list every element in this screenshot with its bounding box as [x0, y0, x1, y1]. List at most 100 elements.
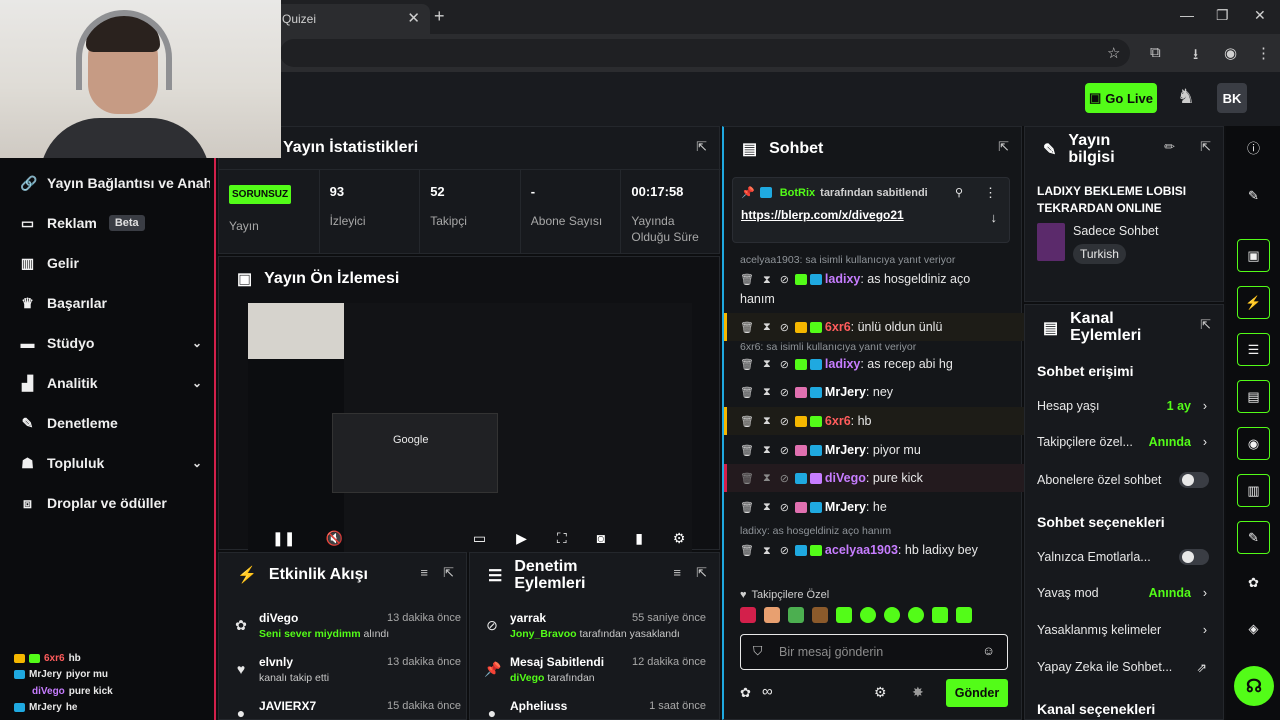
camera-icon[interactable]: ◙: [597, 530, 605, 546]
menu-dots-icon[interactable]: ⋮: [1256, 44, 1271, 62]
timeout-icon[interactable]: ⧗: [763, 271, 771, 290]
chat-username[interactable]: MrJery: [825, 500, 866, 514]
setting-account-age[interactable]: Hesap yaşı 1 ay ›: [1037, 399, 1209, 413]
chat-message-input[interactable]: ⛉ Bir mesaj gönderin ☺: [740, 634, 1008, 670]
delete-icon[interactable]: 🗑: [740, 472, 754, 485]
popout-icon[interactable]: ⇱: [1200, 139, 1211, 155]
popout-icon[interactable]: ⇱: [998, 139, 1009, 155]
studio-toggle-icon[interactable]: ▥: [1237, 474, 1270, 507]
timeout-icon[interactable]: ⧗: [763, 386, 771, 399]
close-window-button[interactable]: ✕: [1254, 7, 1266, 24]
timeout-icon[interactable]: ⧗: [763, 501, 771, 514]
emote-only-toggle[interactable]: [1179, 549, 1209, 565]
delete-icon[interactable]: 🗑: [740, 542, 754, 561]
emote-icon[interactable]: [932, 607, 948, 623]
community-icon[interactable]: ✿: [740, 685, 751, 701]
bookmark-star-icon[interactable]: ☆: [1107, 44, 1120, 62]
ban-icon[interactable]: ⊘: [780, 386, 789, 399]
pause-icon[interactable]: ❚❚: [272, 530, 295, 547]
ban-icon[interactable]: ⊘: [780, 415, 789, 428]
chat-toggle-icon[interactable]: ▤: [1237, 380, 1270, 413]
ban-icon[interactable]: ⊘: [780, 542, 789, 561]
emote-icon[interactable]: [740, 607, 756, 623]
sidebar-item-studio[interactable]: ▬ Stüdyo ⌄: [20, 331, 210, 355]
ban-icon[interactable]: ⊘: [780, 271, 789, 290]
sidebar-item-analytics[interactable]: ▟ Analitik ⌄: [20, 371, 210, 395]
tab-close-button[interactable]: ✕: [407, 9, 420, 27]
download-icon[interactable]: ⭳: [1193, 44, 1198, 69]
delete-icon[interactable]: 🗑: [740, 501, 754, 514]
delete-icon[interactable]: 🗑: [740, 321, 754, 334]
chat-message[interactable]: 🗑 ⧗ ⊘ 6xr6: hb: [724, 407, 1024, 435]
filter-icon[interactable]: ≡: [673, 565, 681, 580]
maximize-button[interactable]: ❐: [1216, 7, 1229, 24]
chat-username[interactable]: ladixy: [825, 272, 860, 286]
delete-icon[interactable]: 🗑: [740, 415, 754, 428]
ban-icon[interactable]: ⊘: [780, 472, 789, 485]
popout-icon[interactable]: ⇱: [696, 565, 707, 581]
edit-icon[interactable]: ✏: [1164, 139, 1175, 155]
community-icon[interactable]: ✿: [1237, 566, 1270, 599]
chat-message[interactable]: 🗑 ⧗ ⊘ MrJery: piyor mu: [724, 443, 1024, 457]
quality-icon[interactable]: ▮: [635, 530, 643, 547]
ban-icon[interactable]: ⊘: [780, 321, 789, 334]
sidebar-item-ads[interactable]: ▭ Reklam Beta: [20, 211, 210, 235]
chat-message[interactable]: 🗑 ⧗ ⊘ diVego: pure kick: [724, 464, 1024, 492]
broadcast-toggle-icon[interactable]: ◉: [1237, 427, 1270, 460]
info-icon[interactable]: ⓘ: [1237, 131, 1270, 164]
chat-username[interactable]: acelyaa1903: [825, 543, 898, 557]
sidebar-item-drops[interactable]: ⧈ Droplar ve ödüller: [20, 491, 210, 515]
settings-icon[interactable]: ⚙: [673, 530, 686, 547]
setting-banned-words[interactable]: Yasaklanmış kelimeler ›: [1037, 623, 1209, 637]
delete-icon[interactable]: 🗑: [740, 444, 754, 457]
popout-icon[interactable]: ⇱: [1200, 317, 1211, 333]
new-tab-button[interactable]: +: [434, 6, 445, 27]
category-name[interactable]: Sadece Sohbet: [1073, 224, 1159, 238]
emote-icon[interactable]: [884, 607, 900, 623]
infinity-icon[interactable]: ∞: [762, 683, 773, 700]
profile-icon[interactable]: ◉: [1224, 44, 1237, 62]
popout-icon[interactable]: ⇱: [696, 139, 707, 155]
browser-tab[interactable]: Quizei ✕: [270, 4, 430, 34]
go-live-button[interactable]: ▣ Go Live: [1085, 83, 1157, 113]
chat-username[interactable]: MrJery: [825, 443, 866, 457]
wrench-toggle-icon[interactable]: ✎: [1237, 521, 1270, 554]
setting-slow-mode[interactable]: Yavaş mod Anında ›: [1037, 586, 1209, 600]
pinned-link[interactable]: https://blerp.com/x/divego21: [741, 208, 904, 222]
timeout-icon[interactable]: ⧗: [763, 358, 771, 371]
subscribers-only-toggle[interactable]: [1179, 472, 1209, 488]
emoji-icon[interactable]: ☺: [982, 644, 995, 658]
sidebar-item-revenue[interactable]: ▥ Gelir: [20, 251, 210, 275]
sidebar-item-community[interactable]: ☗ Topluluk ⌄: [20, 451, 210, 475]
emote-icon[interactable]: [956, 607, 972, 623]
ban-icon[interactable]: ⊘: [780, 501, 789, 514]
timeout-icon[interactable]: ⧗: [763, 542, 771, 561]
chat-username[interactable]: ladixy: [825, 357, 860, 371]
chat-username[interactable]: diVego: [825, 471, 866, 485]
chat-username[interactable]: 6xr6: [825, 320, 851, 334]
address-bar[interactable]: [280, 39, 1130, 67]
minimize-button[interactable]: —: [1180, 7, 1194, 23]
emote-icon[interactable]: [908, 607, 924, 623]
chat-username[interactable]: 6xr6: [825, 414, 851, 428]
theater-icon[interactable]: ▶: [516, 530, 527, 547]
emote-icon[interactable]: [812, 607, 828, 623]
delete-icon[interactable]: 🗑: [740, 358, 754, 371]
timeout-icon[interactable]: ⧗: [763, 472, 771, 485]
filter-icon[interactable]: ≡: [420, 565, 428, 580]
chat-message[interactable]: 🗑 ⧗ ⊘ ladixy: as recep abi hg: [724, 357, 1024, 371]
mute-icon[interactable]: 🔇: [325, 530, 342, 547]
ban-icon[interactable]: ⊘: [780, 358, 789, 371]
settings-icon[interactable]: ⚙: [874, 684, 887, 701]
chat-message[interactable]: 🗑 ⧗ ⊘ MrJery: ney: [724, 385, 1024, 399]
ticket-icon[interactable]: ◈: [1237, 612, 1270, 645]
setting-subscribers-only[interactable]: Abonelere özel sohbet: [1037, 472, 1209, 488]
chat-message[interactable]: 🗑 ⧗ ⊘ MrJery: he: [724, 500, 1024, 514]
emote-icon[interactable]: [764, 607, 780, 623]
setting-followers-only[interactable]: Takipçilere özel... Anında ›: [1037, 435, 1209, 449]
timeout-icon[interactable]: ⧗: [763, 444, 771, 457]
chat-message[interactable]: 🗑 ⧗ ⊘ ladixy: as hosgeldiniz aço hanım: [724, 270, 1024, 309]
stream-preview-toggle-icon[interactable]: ▣: [1237, 239, 1270, 272]
edit-icon[interactable]: ✎: [1237, 179, 1270, 212]
list-toggle-icon[interactable]: ☰: [1237, 333, 1270, 366]
